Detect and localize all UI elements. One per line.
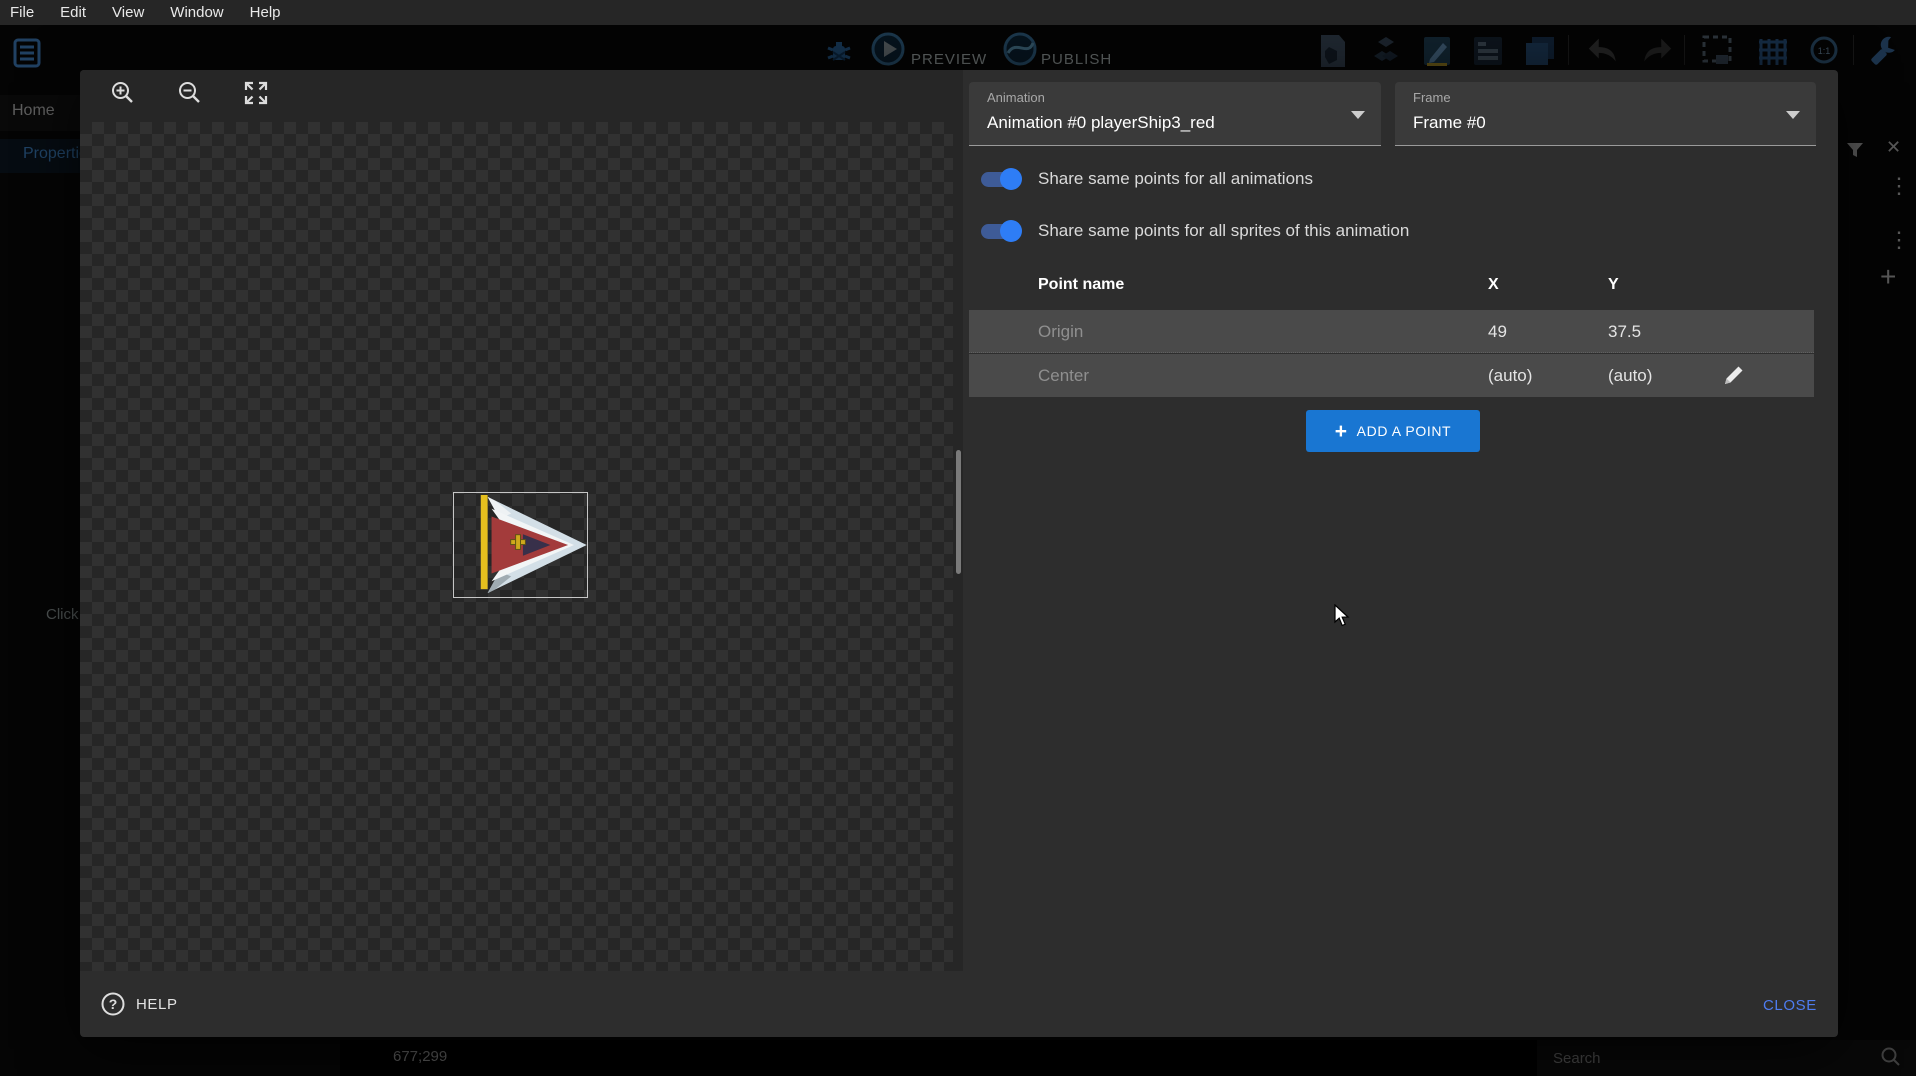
share-points-sprites-toggle[interactable] xyxy=(978,220,1022,242)
table-row-center[interactable]: Center (auto) (auto) xyxy=(969,354,1814,397)
menu-edit[interactable]: Edit xyxy=(47,4,99,21)
frame-select[interactable]: Frame Frame #0 xyxy=(1395,82,1816,146)
plus-icon: + xyxy=(1335,421,1348,442)
chevron-down-icon xyxy=(1351,111,1365,119)
add-a-point-label: ADD A POINT xyxy=(1357,423,1452,439)
sprite-selection-box[interactable] xyxy=(453,492,588,598)
point-name: Center xyxy=(1038,354,1089,397)
menu-view[interactable]: View xyxy=(99,4,157,21)
chevron-down-icon xyxy=(1786,111,1800,119)
menu-file[interactable]: File xyxy=(0,4,47,21)
animation-select-value: Animation #0 playerShip3_red xyxy=(987,113,1215,133)
share-points-animations-row: Share same points for all animations xyxy=(978,166,1313,192)
share-points-sprites-row: Share same points for all sprites of thi… xyxy=(978,218,1409,244)
toggle-label: Share same points for all animations xyxy=(1038,169,1313,189)
menu-help[interactable]: Help xyxy=(237,4,294,21)
fit-to-screen-icon[interactable] xyxy=(237,74,275,112)
frame-select-label: Frame xyxy=(1413,90,1451,105)
zoom-in-icon[interactable] xyxy=(104,74,142,112)
column-y: Y xyxy=(1608,268,1619,302)
zoom-out-icon[interactable] xyxy=(171,74,209,112)
point-y[interactable]: (auto) xyxy=(1608,354,1652,397)
edit-points-dialog: Animation Animation #0 playerShip3_red F… xyxy=(80,70,1838,1037)
edit-pencil-icon[interactable] xyxy=(1721,362,1749,390)
table-row-origin[interactable]: Origin 49 37.5 xyxy=(969,310,1814,353)
animation-select[interactable]: Animation Animation #0 playerShip3_red xyxy=(969,82,1381,146)
canvas-scrollbar[interactable] xyxy=(956,450,961,574)
share-points-animations-toggle[interactable] xyxy=(978,168,1022,190)
column-x: X xyxy=(1488,268,1499,302)
help-circle-icon: ? xyxy=(100,991,126,1017)
sprite-playership3-red[interactable] xyxy=(454,493,587,597)
frame-select-value: Frame #0 xyxy=(1413,113,1486,133)
sprite-canvas[interactable] xyxy=(80,70,963,971)
close-button[interactable]: CLOSE xyxy=(1757,996,1823,1015)
help-button[interactable]: ? HELP xyxy=(100,988,178,1020)
help-label: HELP xyxy=(136,996,178,1013)
animation-select-label: Animation xyxy=(987,90,1045,105)
toggle-label: Share same points for all sprites of thi… xyxy=(1038,221,1409,241)
menubar: File Edit View Window Help xyxy=(0,0,1916,25)
add-a-point-button[interactable]: + ADD A POINT xyxy=(1306,410,1480,452)
column-point-name: Point name xyxy=(1038,268,1124,302)
points-table-header: Point name X Y xyxy=(969,268,1814,302)
point-x[interactable]: (auto) xyxy=(1488,354,1532,397)
point-x[interactable]: 49 xyxy=(1488,310,1507,353)
svg-text:?: ? xyxy=(109,996,118,1012)
menu-window[interactable]: Window xyxy=(157,4,236,21)
point-name: Origin xyxy=(1038,310,1083,353)
point-y[interactable]: 37.5 xyxy=(1608,310,1641,353)
